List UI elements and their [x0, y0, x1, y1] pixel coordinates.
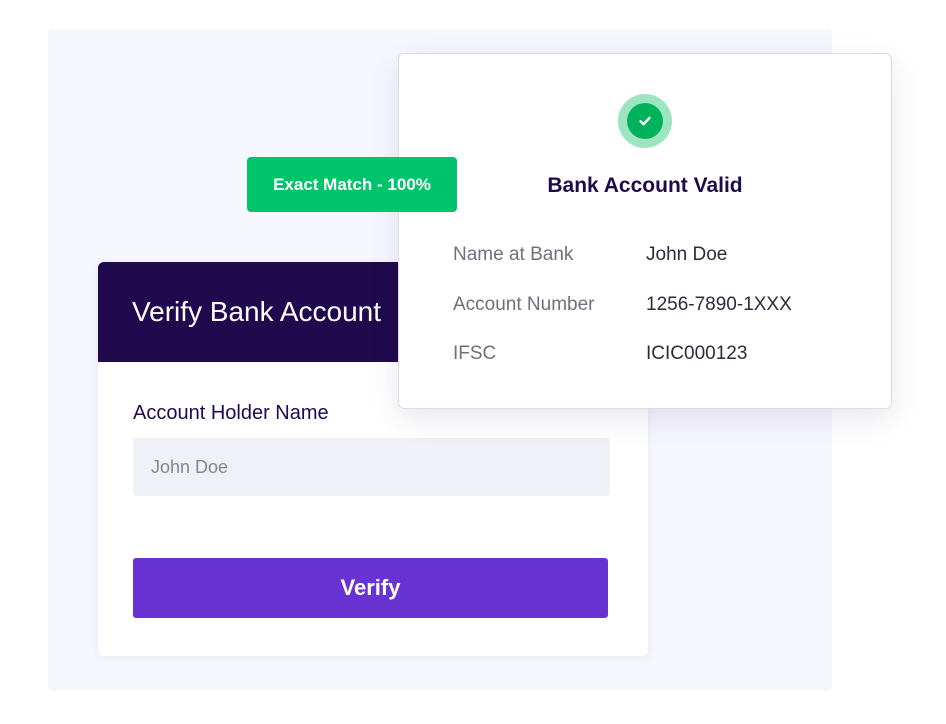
form-title: Verify Bank Account [132, 296, 382, 327]
check-circle-icon [618, 94, 672, 148]
detail-label: IFSC [453, 343, 497, 364]
detail-row-account-number: Account Number 1256-7890-1XXX [453, 290, 871, 320]
detail-value: 1256-7890-1XXX [646, 294, 792, 315]
detail-row-ifsc: IFSC ICIC000123 [453, 339, 871, 369]
detail-value: John Doe [646, 244, 728, 265]
account-holder-input[interactable] [133, 438, 610, 496]
detail-label: Account Number [453, 294, 595, 315]
detail-label: Name at Bank [453, 244, 574, 265]
account-holder-label: Account Holder Name [133, 402, 329, 424]
verification-result-card: Bank Account Valid Name at Bank John Doe… [398, 53, 892, 409]
detail-row-name: Name at Bank John Doe [453, 240, 871, 270]
verify-button[interactable]: Verify [133, 558, 608, 618]
detail-value: ICIC000123 [646, 343, 748, 364]
exact-match-badge: Exact Match - 100% [247, 157, 457, 212]
result-title: Bank Account Valid [547, 174, 743, 197]
